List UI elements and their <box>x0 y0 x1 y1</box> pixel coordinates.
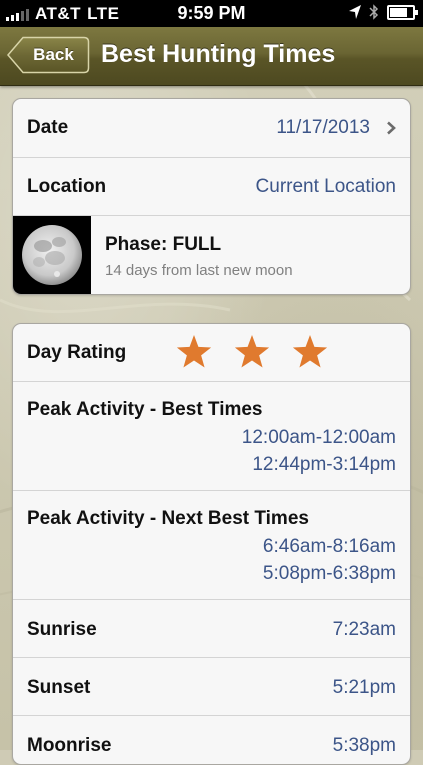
sunrise-label: Sunrise <box>27 619 97 640</box>
moonrise-value: 5:38pm <box>332 735 396 756</box>
date-row[interactable]: Date 11/17/2013 <box>13 99 410 158</box>
date-value: 11/17/2013 <box>276 117 370 138</box>
moon-phase-row: Phase: FULL 14 days from last new moon <box>13 216 410 294</box>
navigation-bar: Back Best Hunting Times <box>0 27 423 86</box>
battery-fill <box>390 7 407 17</box>
location-arrow-icon <box>349 5 361 19</box>
phase-subtitle: 14 days from last new moon <box>105 262 293 279</box>
star-icon <box>292 335 328 368</box>
info-card: Date 11/17/2013 Location Current Locatio… <box>12 98 411 295</box>
details-card: Day Rating Peak Activity - Best Times 12… <box>12 323 411 765</box>
back-button-label: Back <box>33 45 74 64</box>
full-moon-image <box>13 216 91 294</box>
phase-title: Phase: FULL <box>105 234 222 255</box>
best-times-row: Peak Activity - Best Times 12:00am-12:00… <box>13 382 410 491</box>
location-value: Current Location <box>255 176 396 197</box>
best-time-1: 12:00am-12:00am <box>241 427 396 448</box>
star-icon <box>234 335 270 368</box>
status-bar: AT&T LTE 9:59 PM <box>0 0 423 27</box>
location-label: Location <box>27 176 107 197</box>
location-row[interactable]: Location Current Location <box>13 158 410 216</box>
day-rating-label: Day Rating <box>27 342 127 363</box>
next-best-time-1: 6:46am-8:16am <box>262 536 396 557</box>
sunrise-row: Sunrise 7:23am <box>13 600 410 658</box>
sunset-row: Sunset 5:21pm <box>13 658 410 716</box>
next-best-times-row: Peak Activity - Next Best Times 6:46am-8… <box>13 491 410 600</box>
best-times-label: Peak Activity - Best Times <box>27 399 263 420</box>
status-bar-right <box>349 4 418 20</box>
next-best-time-2: 5:08pm-6:38pm <box>262 563 396 584</box>
chevron-right-icon <box>387 121 396 135</box>
star-icon <box>176 335 212 368</box>
date-label: Date <box>27 117 69 138</box>
moon-icon <box>22 225 82 285</box>
moonrise-row: Moonrise 5:38pm <box>13 716 410 764</box>
sunset-value: 5:21pm <box>332 677 396 698</box>
moonrise-label: Moonrise <box>27 735 112 756</box>
best-time-2: 12:44pm-3:14pm <box>252 454 396 475</box>
bluetooth-icon <box>369 4 379 20</box>
back-button[interactable]: Back <box>7 36 90 74</box>
sunset-label: Sunset <box>27 677 91 698</box>
day-rating-stars <box>175 334 329 370</box>
battery-icon <box>387 4 418 20</box>
page-title: Best Hunting Times <box>101 40 336 68</box>
sunrise-value: 7:23am <box>332 619 396 640</box>
next-best-times-label: Peak Activity - Next Best Times <box>27 508 309 529</box>
day-rating-row: Day Rating <box>13 324 410 382</box>
